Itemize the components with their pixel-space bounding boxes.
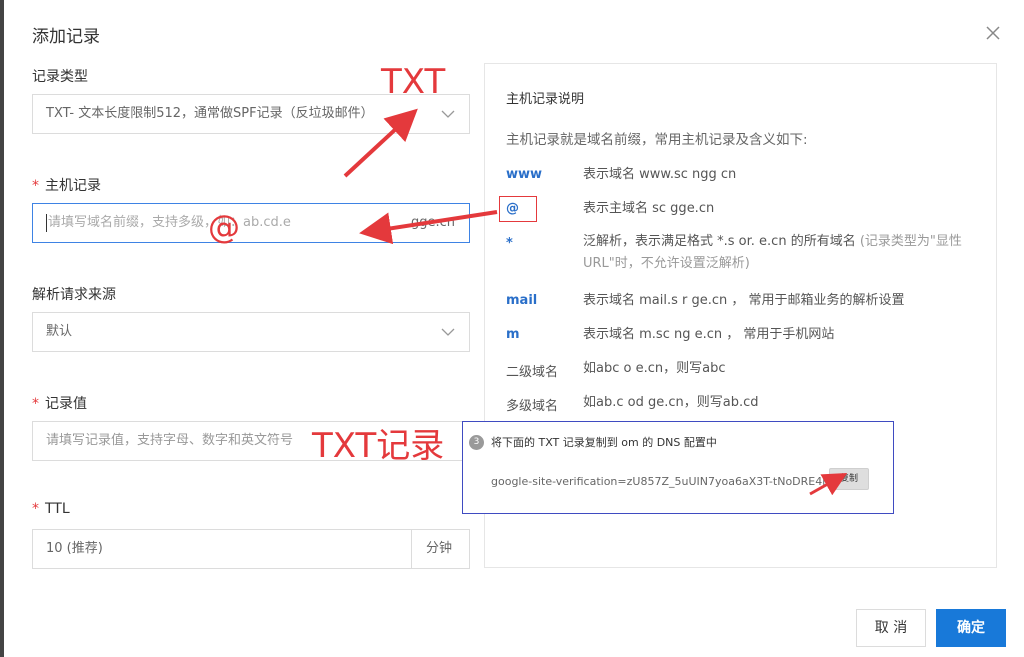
text-caret [46, 213, 47, 232]
dialog-title: 添加记录 [32, 27, 100, 47]
verification-code: google-site-verification=zU857Z_5uUIN7yo… [491, 475, 847, 488]
ttl-unit-value: 分钟 [426, 541, 453, 556]
ttl-label: * TTL [32, 501, 70, 517]
host-record-suffix: gge.cn [410, 215, 455, 230]
help-desc-www: 表示域名 www.sc ngg cn [583, 167, 737, 182]
record-value-label: * 记录值 [32, 396, 87, 412]
help-key-second-level: 二级域名 [506, 365, 559, 380]
cancel-button[interactable]: 取 消 [856, 609, 926, 647]
annotation-txt-record: TXT记录 [312, 426, 445, 466]
help-desc-second-level: 如abc o e.cn，则写abc [583, 361, 726, 376]
help-key-wildcard: * [506, 236, 513, 251]
annotation-txt: TXT [381, 62, 446, 102]
overlay-instruction: 将下面的 TXT 记录复制到 om 的 DNS 配置中 [491, 436, 717, 449]
annotation-at-highlight-box [499, 196, 537, 222]
help-intro: 主机记录就是域名前缀，常用主机记录及含义如下: [506, 132, 808, 148]
resolve-source-label: 解析请求来源 [32, 287, 116, 303]
copy-button[interactable]: 复制 [829, 468, 869, 490]
help-desc-multi-level: 如ab.c od ge.cn，则写ab.cd [583, 395, 759, 410]
help-key-mail: mail [506, 293, 538, 308]
chevron-down-icon [441, 328, 455, 336]
ttl-value: 10 (推荐) [46, 541, 103, 556]
help-desc-at: 表示主域名 sc gge.cn [583, 201, 715, 216]
help-desc-m: 表示域名 m.sc ng e.cn ， 常用于手机网站 [583, 327, 835, 342]
host-record-input[interactable]: 请填写域名前缀，支持多级，如：ab.cd.e gge.cn [32, 203, 470, 243]
host-record-label: * 主机记录 [32, 178, 101, 194]
help-key-m: m [506, 327, 520, 342]
record-type-label: 记录类型 [32, 69, 88, 85]
annotation-at: @ [208, 208, 240, 246]
ttl-select[interactable]: 10 (推荐) 分钟 [32, 529, 470, 569]
confirm-button[interactable]: 确定 [936, 609, 1006, 647]
window-edge [0, 0, 4, 657]
record-value-placeholder: 请填写记录值，支持字母、数字和英文符号 [46, 433, 294, 448]
record-type-value: TXT- 文本长度限制512，通常做SPF记录（反垃圾邮件） [46, 106, 374, 121]
help-desc-mail: 表示域名 mail.s r ge.cn ， 常用于邮箱业务的解析设置 [583, 293, 905, 308]
txt-record-screenshot-overlay: 3 将下面的 TXT 记录复制到 om 的 DNS 配置中 google-sit… [462, 421, 894, 514]
help-title: 主机记录说明 [506, 92, 585, 107]
chevron-down-icon [441, 110, 455, 118]
help-key-multi-level: 多级域名 [506, 399, 559, 414]
close-icon[interactable] [982, 22, 1004, 44]
host-record-placeholder: 请填写域名前缀，支持多级，如：ab.cd.e [48, 215, 291, 230]
ttl-unit-select[interactable]: 分钟 [411, 530, 469, 568]
step-number-badge: 3 [469, 435, 484, 450]
resolve-source-select[interactable]: 默认 [32, 312, 470, 352]
resolve-source-value: 默认 [46, 324, 73, 339]
help-desc-wildcard: 泛解析，表示满足格式 *.s or. e.cn 的所有域名 (记录类型为"显性U… [583, 234, 962, 271]
help-key-www: www [506, 167, 543, 182]
